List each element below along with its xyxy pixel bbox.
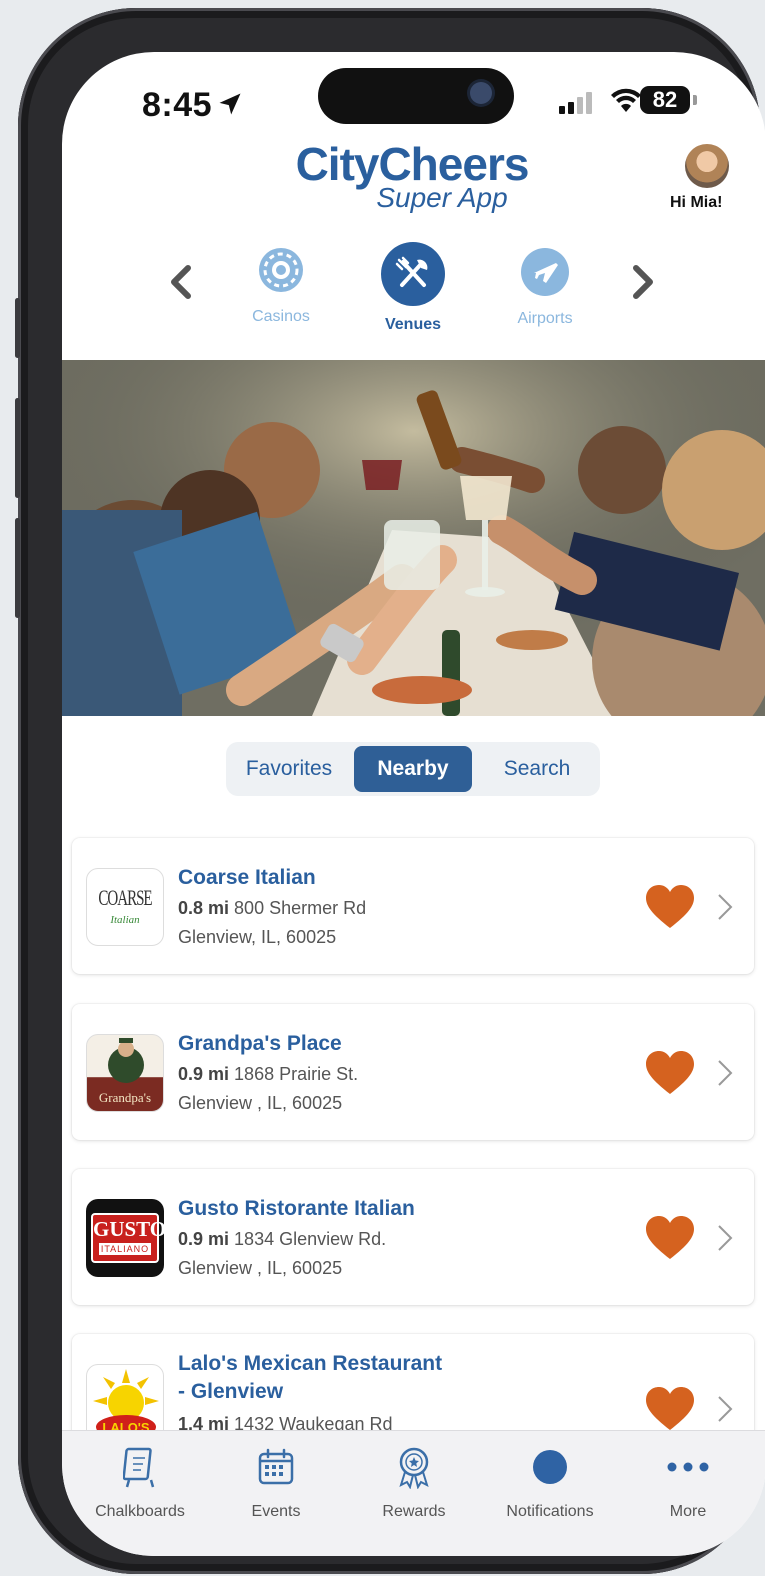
user-avatar[interactable] — [685, 144, 729, 188]
category-casinos[interactable]: Casinos — [216, 248, 346, 326]
calendar-icon — [216, 1445, 336, 1489]
casino-chip-icon — [259, 248, 303, 292]
app-screen: 8:45 82 CityCheers Super App Hi Mia! Cas… — [62, 52, 765, 1556]
venue-logo-subtext: ITALIANO — [99, 1243, 151, 1255]
venue-card[interactable]: COARSE Italian Coarse Italian 0.8 mi 800… — [72, 838, 754, 974]
category-venues[interactable]: Venues — [348, 242, 478, 334]
venue-logo: Grandpa's — [86, 1034, 164, 1112]
venue-logo: COARSE Italian — [86, 868, 164, 946]
hero-photo — [62, 360, 765, 716]
venue-address-line: 0.9 mi 1868 Prairie St. — [178, 1064, 358, 1085]
award-ribbon-icon — [354, 1445, 474, 1489]
category-label: Airports — [517, 310, 573, 327]
venue-street: 1834 Glenview Rd. — [234, 1229, 387, 1249]
app-logo: CityCheers Super App — [292, 140, 532, 212]
phone-volume-up — [15, 398, 20, 498]
favorite-heart-icon[interactable] — [644, 1215, 696, 1261]
tab-label: Events — [251, 1503, 301, 1520]
venue-name: Coarse Italian — [178, 866, 316, 889]
battery-level: 82 — [640, 86, 690, 114]
wifi-icon — [611, 88, 641, 112]
venue-address-line: 0.8 mi 800 Shermer Rd — [178, 898, 366, 919]
category-label: Casinos — [252, 308, 310, 325]
favorite-heart-icon[interactable] — [644, 1050, 696, 1096]
venue-card[interactable]: GUSTO ITALIANO Gusto Ristorante Italian … — [72, 1169, 754, 1305]
venue-distance: 0.8 mi — [178, 898, 230, 918]
venue-name: Grandpa's Place — [178, 1032, 342, 1055]
phone-frame: 8:45 82 CityCheers Super App Hi Mia! Cas… — [15, 8, 765, 1574]
status-time: 8:45 — [142, 86, 213, 124]
venue-logo-text: Grandpa's — [98, 1090, 152, 1105]
gusto-logo-badge: GUSTO ITALIANO — [91, 1213, 164, 1263]
logo-main-text: CityCheers — [295, 138, 530, 190]
venue-street: 1868 Prairie St. — [234, 1064, 359, 1084]
location-arrow-icon — [219, 93, 241, 115]
venue-name-continued: - Glenview — [178, 1380, 284, 1403]
favorite-heart-icon[interactable] — [644, 884, 696, 930]
chevron-right-icon[interactable] — [716, 1394, 734, 1424]
more-dots-icon — [628, 1445, 748, 1489]
tab-notifications[interactable]: Notifications — [490, 1445, 610, 1521]
chevron-right-icon[interactable] — [716, 1223, 734, 1253]
venue-city: Glenview, IL, 60025 — [178, 927, 337, 947]
chevron-right-icon[interactable] — [716, 892, 734, 922]
category-label: Venues — [384, 316, 442, 333]
fork-knife-icon — [381, 242, 445, 306]
venue-card[interactable]: Grandpa's Grandpa's Place 0.9 mi 1868 Pr… — [72, 1004, 754, 1140]
phone-side-button — [15, 298, 20, 358]
venue-distance: 0.9 mi — [178, 1064, 230, 1084]
hero-toast-illustration — [62, 360, 765, 716]
tab-label: Rewards — [382, 1503, 446, 1520]
phone-volume-down — [15, 518, 20, 618]
venue-name: Gusto Ristorante Italian — [178, 1197, 415, 1220]
venue-distance: 0.9 mi — [178, 1229, 230, 1249]
tab-nearby[interactable]: Nearby — [354, 746, 472, 792]
venue-city: Glenview , IL, 60025 — [178, 1093, 343, 1113]
bottom-tab-bar: Chalkboards Events Rewards Notifications… — [62, 1430, 765, 1556]
camera-dot — [470, 82, 492, 104]
venue-city: Glenview , IL, 60025 — [178, 1258, 343, 1278]
venue-logo: GUSTO ITALIANO — [86, 1199, 164, 1277]
user-greeting: Hi Mia! — [670, 194, 723, 211]
venue-address-line: 0.9 mi 1834 Glenview Rd. — [178, 1229, 386, 1250]
venue-logo-text: GUSTO — [93, 1217, 164, 1241]
chalkboard-icon — [80, 1445, 200, 1489]
tab-events[interactable]: Events — [216, 1445, 336, 1521]
list-mode-segmented-control: Favorites Nearby Search — [226, 742, 600, 796]
tab-label: Chalkboards — [95, 1503, 185, 1520]
logo-sub-text: Super App — [376, 182, 508, 213]
tab-chalkboards[interactable]: Chalkboards — [80, 1445, 200, 1521]
notification-dot-icon — [490, 1445, 610, 1489]
venue-street: 800 Shermer Rd — [234, 898, 367, 918]
venue-logo-text: COARSE — [98, 886, 152, 911]
tab-search[interactable]: Search — [482, 746, 592, 792]
tab-label: Notifications — [506, 1503, 594, 1520]
tab-more[interactable]: More — [628, 1445, 748, 1521]
airplane-icon — [521, 248, 569, 296]
category-prev-arrow-icon[interactable] — [162, 262, 202, 302]
chevron-right-icon[interactable] — [716, 1058, 734, 1088]
tab-favorites[interactable]: Favorites — [234, 746, 344, 792]
category-airports[interactable]: Airports — [480, 248, 610, 328]
cellular-signal-icon — [559, 92, 592, 114]
battery-tip — [693, 95, 697, 105]
tab-label: More — [669, 1503, 707, 1520]
status-bar: 8:45 82 — [62, 52, 765, 152]
venue-logo-subtext: Italian — [110, 914, 140, 926]
favorite-heart-icon[interactable] — [644, 1386, 696, 1432]
venue-name: Lalo's Mexican Restaurant — [178, 1352, 443, 1375]
tab-rewards[interactable]: Rewards — [354, 1445, 474, 1521]
grandpa-figure-icon — [108, 1038, 144, 1083]
category-next-arrow-icon[interactable] — [622, 262, 662, 302]
